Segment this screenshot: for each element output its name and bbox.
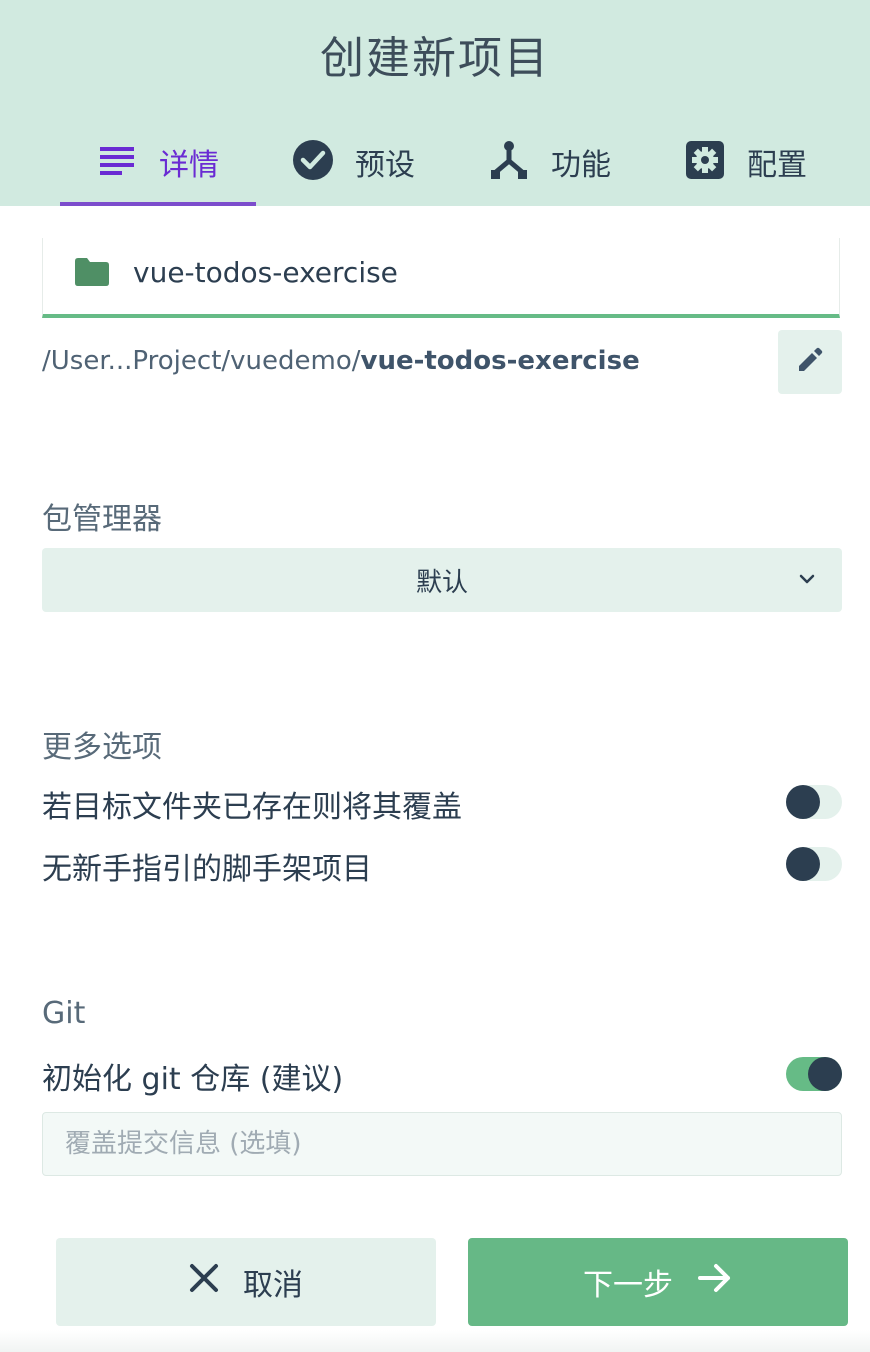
bottom-divider [0, 1330, 870, 1352]
folder-icon [75, 258, 109, 290]
tab-features-label: 功能 [551, 148, 611, 183]
toggle-knob [808, 1057, 842, 1091]
page-title: 创建新项目 [320, 33, 550, 84]
package-manager-select[interactable]: 默认 [42, 548, 842, 612]
tab-config-label: 配置 [747, 148, 807, 183]
overwrite-toggle[interactable] [786, 785, 842, 819]
tab-presets[interactable]: 预设 [256, 130, 452, 206]
arrow-right-icon [697, 1262, 733, 1302]
tab-details-label: 详情 [159, 148, 219, 183]
pencil-icon [797, 347, 823, 377]
tab-presets-label: 预设 [355, 148, 415, 183]
path-prefix: /User...Project/vuedemo/ [42, 346, 361, 376]
project-path: /User...Project/vuedemo/vue-todos-exerci… [42, 346, 640, 376]
git-init-label: 初始化 git 仓库 (建议) [42, 1062, 344, 1097]
close-icon [189, 1263, 219, 1301]
commit-message-input[interactable] [42, 1112, 842, 1176]
check-circle-icon [293, 140, 333, 180]
package-manager-label: 包管理器 [42, 502, 162, 537]
tab-config[interactable]: 配置 [648, 130, 844, 206]
tab-details[interactable]: 详情 [60, 130, 256, 206]
project-name-value: vue-todos-exercise [133, 256, 398, 289]
git-init-toggle[interactable] [786, 1057, 842, 1091]
no-guide-toggle[interactable] [786, 847, 842, 881]
package-manager-value: 默认 [415, 568, 468, 598]
toggle-knob [786, 847, 820, 881]
settings-icon [685, 140, 725, 180]
path-folder: vue-todos-exercise [360, 346, 640, 376]
toggle-knob [786, 785, 820, 819]
tab-features[interactable]: 功能 [452, 130, 648, 206]
list-icon [97, 140, 137, 180]
option-no-guide-label: 无新手指引的脚手架项目 [42, 852, 372, 887]
header: 创建新项目 详情 预设 功能 配置 [0, 0, 870, 206]
project-name-input[interactable]: vue-todos-exercise [42, 238, 840, 318]
chevron-down-icon [798, 568, 816, 594]
cancel-label: 取消 [243, 1268, 303, 1303]
edit-path-button[interactable] [778, 330, 842, 394]
git-label: Git [42, 996, 86, 1031]
next-button[interactable]: 下一步 [468, 1238, 848, 1326]
option-overwrite-label: 若目标文件夹已存在则将其覆盖 [42, 790, 462, 825]
cancel-button[interactable]: 取消 [56, 1238, 436, 1326]
more-options-label: 更多选项 [42, 730, 162, 765]
fork-icon [489, 140, 529, 180]
next-label: 下一步 [583, 1268, 673, 1303]
